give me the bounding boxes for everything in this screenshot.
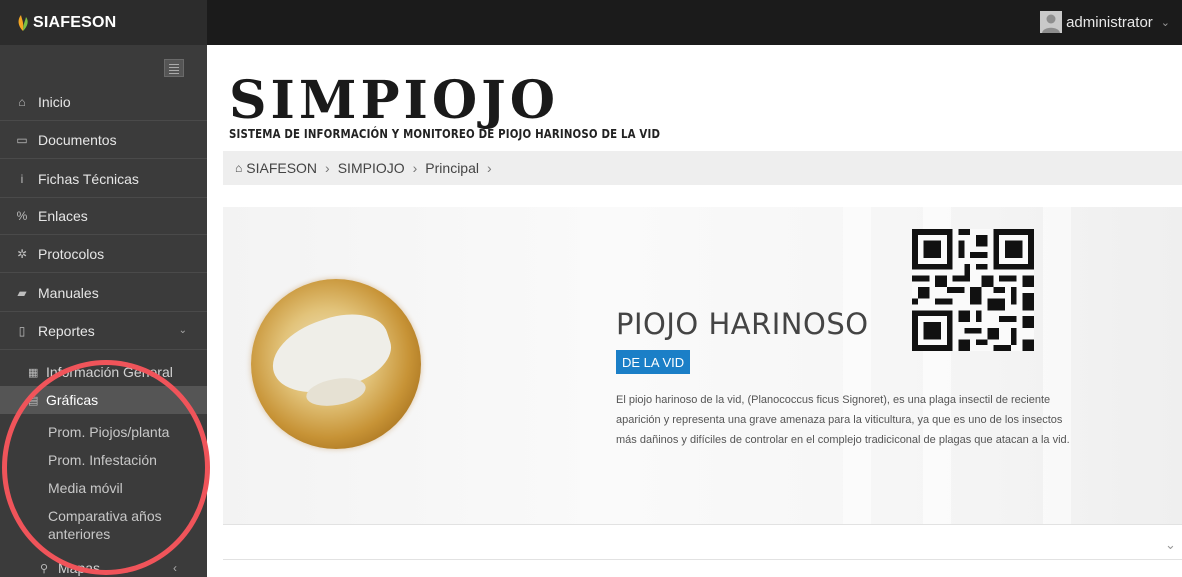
user-avatar-icon: [1040, 11, 1063, 33]
sidebar-item-label: Fichas Técnicas: [38, 170, 139, 187]
table-icon: ▦: [28, 366, 39, 379]
divider: [223, 524, 1182, 525]
sidebar-chart-item-comparativa[interactable]: Comparativa años anteriores: [0, 507, 170, 547]
sidebar-chart-item-prom-infestacion[interactable]: Prom. Infestación: [0, 451, 207, 469]
sidebar-item-documentos[interactable]: ▭ Documentos: [0, 121, 207, 159]
sidebar-item-inicio[interactable]: ⌂ Inicio: [0, 83, 207, 121]
mealybug-image: [251, 279, 421, 449]
breadcrumb-item-principal[interactable]: Principal: [425, 160, 479, 176]
qr-code-image: [912, 229, 1034, 351]
breadcrumb: ⌂ SIAFESON › SIMPIOJO › Principal ›: [223, 151, 1182, 185]
sidebar-item-manuales[interactable]: ▰ Manuales: [0, 274, 207, 312]
sidebar-item-fichas-tecnicas[interactable]: i Fichas Técnicas: [0, 160, 207, 198]
chevron-down-icon: ⌄: [178, 325, 187, 336]
sidebar-item-label: Reportes: [38, 322, 95, 339]
chevron-left-icon: ‹: [173, 561, 177, 575]
sidebar-item-reportes[interactable]: ▯ Reportes ⌄: [0, 312, 207, 350]
sidebar-chart-item-media-movil[interactable]: Media móvil: [0, 479, 207, 497]
sidebar-subitem-informacion-general[interactable]: ▦ Información General: [0, 358, 207, 386]
breadcrumb-item-simpiojo[interactable]: SIMPIOJO: [338, 160, 405, 176]
breadcrumb-separator: ›: [325, 160, 330, 176]
breadcrumb-separator: ›: [487, 160, 492, 176]
sidebar-item-label: Inicio: [38, 93, 71, 110]
app-subtitle: SISTEMA DE INFORMACIÓN Y MONITOREO DE PI…: [229, 127, 661, 141]
gear-icon: ✲: [16, 246, 28, 261]
menu-toggle-button[interactable]: [164, 59, 184, 77]
home-icon: ⌂: [235, 161, 243, 175]
app-title: SIMPIOJO: [229, 70, 560, 131]
sidebar-subitem-label: Información General: [46, 364, 173, 380]
link-icon: %: [16, 208, 28, 223]
brand-logo[interactable]: SIAFESON: [0, 0, 207, 45]
main-content: SIMPIOJO SISTEMA DE INFORMACIÓN Y MONITO…: [207, 45, 1182, 577]
sidebar-subitem-label: Gráficas: [46, 392, 99, 408]
sidebar-subitem-mapas[interactable]: ⚲ Mapas ‹: [0, 554, 207, 577]
breadcrumb-separator: ›: [412, 160, 418, 176]
file-icon: ▯: [18, 323, 26, 338]
hero-description: El piojo harinoso de la vid, (Planococcu…: [616, 394, 1070, 446]
sidebar-item-label: Protocolos: [38, 245, 105, 262]
book-icon: ▰: [17, 285, 27, 300]
chevron-down-icon: ⌄: [1160, 16, 1170, 29]
sidebar-subitem-graficas[interactable]: ▤ Gráficas: [0, 386, 207, 414]
hero-banner: PIOJO HARINOSO DE LA VID El piojo harino…: [223, 207, 1182, 525]
sidebar-item-label: Enlaces: [38, 207, 88, 224]
top-bar: SIAFESON administrator ⌄: [0, 0, 1182, 45]
chevron-down-icon[interactable]: ⌄: [1165, 537, 1176, 553]
hero-badge: DE LA VID: [616, 350, 691, 374]
app-window: SIAFESON administrator ⌄ ⌂ Inicio ▭ Docu…: [0, 0, 1182, 577]
sidebar-item-label: Manuales: [38, 284, 99, 301]
breadcrumb-item-siafeson[interactable]: SIAFESON: [246, 160, 317, 176]
home-icon: ⌂: [18, 94, 26, 109]
user-menu[interactable]: administrator ⌄: [1040, 10, 1170, 34]
folder-icon: ▭: [16, 132, 28, 147]
sidebar-item-label: Documentos: [38, 131, 117, 148]
sidebar-item-protocolos[interactable]: ✲ Protocolos: [0, 235, 207, 273]
sidebar-item-enlaces[interactable]: % Enlaces: [0, 197, 207, 235]
sidebar-chart-item-prom-piojos[interactable]: Prom. Piojos/planta: [0, 423, 207, 441]
hero-title: PIOJO HARINOSO: [616, 307, 869, 341]
chart-icon: ▤: [28, 394, 39, 407]
brand-name: SIAFESON: [33, 13, 117, 31]
info-icon: i: [20, 171, 24, 186]
leaf-logo-icon: [16, 14, 30, 32]
map-marker-icon: ⚲: [40, 562, 49, 575]
sidebar-subitem-label: Mapas: [58, 560, 101, 576]
sidebar: ⌂ Inicio ▭ Documentos i Fichas Técnicas …: [0, 45, 207, 577]
user-name: administrator: [1066, 13, 1153, 31]
divider: [223, 559, 1182, 560]
